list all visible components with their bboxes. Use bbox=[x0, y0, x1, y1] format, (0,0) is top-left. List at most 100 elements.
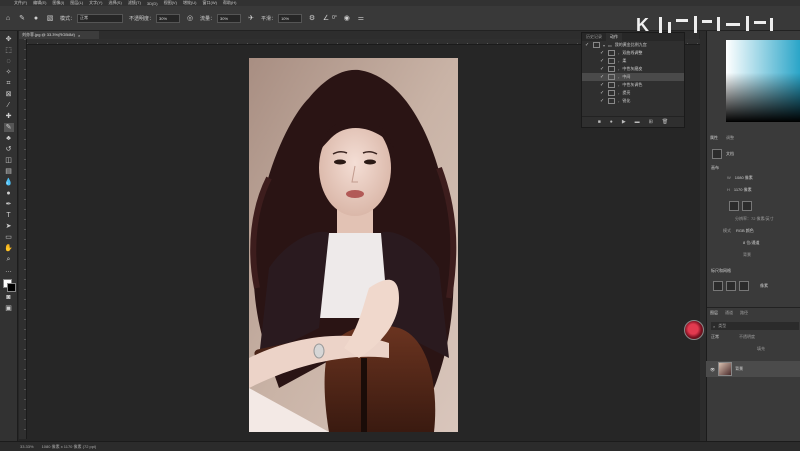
color-picker-field[interactable] bbox=[726, 40, 800, 122]
portrait-icon[interactable] bbox=[729, 201, 739, 211]
move-tool-icon[interactable]: ✥ bbox=[4, 35, 14, 44]
healing-brush-tool-icon[interactable]: ✚ bbox=[4, 112, 14, 121]
action-row[interactable]: ✓ › 中性灰调色 bbox=[582, 81, 684, 89]
tab-properties[interactable]: 属性 bbox=[710, 135, 718, 141]
crop-tool-icon[interactable]: ⌗ bbox=[4, 79, 14, 88]
mode-select[interactable]: RGB 颜色 bbox=[736, 228, 754, 234]
chevron-right-icon[interactable]: › bbox=[618, 59, 619, 64]
dialog-toggle-icon[interactable] bbox=[608, 58, 615, 64]
mode-select[interactable]: 正常 bbox=[77, 13, 124, 23]
path-select-tool-icon[interactable]: ➤ bbox=[4, 222, 14, 231]
type-tool-icon[interactable]: T bbox=[4, 211, 14, 220]
tab-layers[interactable]: 图层 bbox=[710, 310, 718, 316]
airbrush-icon[interactable]: ✈ bbox=[247, 14, 255, 22]
lasso-tool-icon[interactable]: ◌ bbox=[4, 57, 14, 66]
play-icon[interactable]: ▶ bbox=[622, 119, 626, 125]
tab-channels[interactable]: 通道 bbox=[725, 310, 733, 316]
height-input[interactable]: 1170 像素 bbox=[734, 187, 752, 193]
tab-history[interactable]: 历史记录 bbox=[582, 33, 606, 41]
guides-icon[interactable] bbox=[739, 281, 749, 291]
brush-settings-icon[interactable]: ▧ bbox=[46, 14, 54, 22]
chevron-down-icon[interactable]: ▾ bbox=[603, 43, 605, 48]
menu-3d[interactable]: 3D(D) bbox=[147, 1, 158, 6]
brush-preset-icon[interactable]: ● bbox=[32, 14, 40, 22]
new-set-icon[interactable]: ▬ bbox=[635, 119, 640, 125]
layer-filter-bar[interactable]: ⌕ 类型 bbox=[711, 322, 799, 330]
landscape-icon[interactable] bbox=[742, 201, 752, 211]
action-row[interactable]: ✓ › 双曲线调整 bbox=[582, 49, 684, 57]
chevron-right-icon[interactable]: › bbox=[618, 99, 619, 104]
width-input[interactable]: 1080 像素 bbox=[735, 175, 753, 181]
flow-input[interactable]: 30% bbox=[217, 13, 242, 23]
dialog-toggle-icon[interactable] bbox=[608, 98, 615, 104]
action-row[interactable]: ✓ › 锐化 bbox=[582, 97, 684, 105]
check-icon[interactable]: ✓ bbox=[600, 90, 605, 96]
action-row[interactable]: ✓ ▾ ▭ 我的黄金比例九宫 bbox=[582, 41, 684, 49]
vertical-ruler[interactable] bbox=[19, 39, 27, 439]
dodge-tool-icon[interactable]: ● bbox=[4, 189, 14, 198]
quick-select-tool-icon[interactable]: ✧ bbox=[4, 68, 14, 77]
gear-icon[interactable]: ⚙ bbox=[308, 14, 316, 22]
unit-select[interactable]: 像素 bbox=[760, 283, 768, 289]
tab-paths[interactable]: 路径 bbox=[740, 310, 748, 316]
brush-icon[interactable]: ✎ bbox=[18, 14, 26, 22]
zoom-tool-icon[interactable]: ⌕ bbox=[4, 255, 14, 264]
eraser-tool-icon[interactable]: ◫ bbox=[4, 156, 14, 165]
quick-mask-icon[interactable]: ◙ bbox=[4, 293, 14, 302]
background-color-swatch[interactable] bbox=[6, 283, 16, 292]
action-row[interactable]: ✓ › 提亮 bbox=[582, 89, 684, 97]
document-image[interactable] bbox=[249, 58, 458, 432]
dialog-toggle-icon[interactable] bbox=[608, 82, 615, 88]
eye-icon[interactable]: 👁 bbox=[710, 367, 715, 372]
angle-value[interactable]: 0° bbox=[332, 15, 337, 21]
layer-opacity-label[interactable]: 不透明度 bbox=[739, 334, 755, 340]
check-icon[interactable]: ✓ bbox=[600, 50, 605, 56]
trash-icon[interactable]: 🗑 bbox=[662, 119, 668, 125]
brush-tool-icon[interactable]: ✎ bbox=[3, 123, 14, 132]
layer-row[interactable]: 👁 背景 bbox=[706, 361, 800, 377]
dialog-toggle-icon[interactable] bbox=[593, 42, 600, 48]
layer-name[interactable]: 背景 bbox=[735, 366, 743, 372]
check-icon[interactable]: ✓ bbox=[600, 82, 605, 88]
color-swatches[interactable] bbox=[2, 279, 16, 292]
pressure-size-icon[interactable]: ◉ bbox=[343, 14, 351, 22]
screen-mode-icon[interactable]: ▣ bbox=[4, 304, 14, 313]
smooth-input[interactable]: 10% bbox=[278, 13, 303, 23]
dialog-toggle-icon[interactable] bbox=[608, 90, 615, 96]
action-row[interactable]: ✓ › 中性灰磨皮 bbox=[582, 65, 684, 73]
document-tab[interactable]: 刘亦菲.jpg @ 33.3%(RGB/8#) × bbox=[19, 31, 99, 39]
frame-tool-icon[interactable]: ⊠ bbox=[4, 90, 14, 99]
opacity-input[interactable]: 30% bbox=[156, 13, 181, 23]
eyedropper-tool-icon[interactable]: ⁄ bbox=[4, 101, 14, 110]
chevron-right-icon[interactable]: › bbox=[618, 91, 619, 96]
tab-actions[interactable]: 动作 bbox=[606, 33, 622, 41]
stop-icon[interactable]: ■ bbox=[598, 119, 601, 125]
check-icon[interactable]: ✓ bbox=[600, 98, 605, 104]
layer-fill-label[interactable]: 填充 bbox=[757, 346, 765, 352]
chevron-right-icon[interactable]: › bbox=[618, 67, 619, 72]
shape-tool-icon[interactable]: ▭ bbox=[4, 233, 14, 242]
gradient-tool-icon[interactable]: ▤ bbox=[4, 167, 14, 176]
blend-mode-select[interactable]: 正常 bbox=[711, 334, 719, 340]
blur-tool-icon[interactable]: 💧 bbox=[4, 178, 14, 187]
action-row-selected[interactable]: ✓ › 中间 bbox=[582, 73, 684, 81]
bit-depth-select[interactable]: 8 位/通道 bbox=[743, 240, 759, 246]
chevron-right-icon[interactable]: › bbox=[618, 83, 619, 88]
history-brush-tool-icon[interactable]: ↺ bbox=[4, 145, 14, 154]
action-row[interactable]: ✓ › 柔 bbox=[582, 57, 684, 65]
marquee-tool-icon[interactable]: ⬚ bbox=[4, 46, 14, 55]
check-icon[interactable]: ✓ bbox=[600, 74, 605, 80]
hand-tool-icon[interactable]: ✋ bbox=[4, 244, 14, 253]
close-icon[interactable]: × bbox=[78, 33, 80, 38]
pressure-opacity-icon[interactable]: ◎ bbox=[186, 14, 194, 22]
dialog-toggle-icon[interactable] bbox=[608, 50, 615, 56]
record-icon[interactable]: ● bbox=[610, 119, 613, 125]
fill-select[interactable]: 背景 bbox=[743, 252, 751, 258]
check-icon[interactable]: ✓ bbox=[600, 58, 605, 64]
home-icon[interactable]: ⌂ bbox=[4, 14, 12, 22]
tab-adjustments[interactable]: 调整 bbox=[726, 135, 734, 141]
symmetry-icon[interactable]: ⚌ bbox=[357, 14, 365, 22]
check-icon[interactable]: ✓ bbox=[600, 66, 605, 72]
more-tools-icon[interactable]: … bbox=[4, 266, 14, 275]
chevron-right-icon[interactable]: › bbox=[618, 75, 619, 80]
